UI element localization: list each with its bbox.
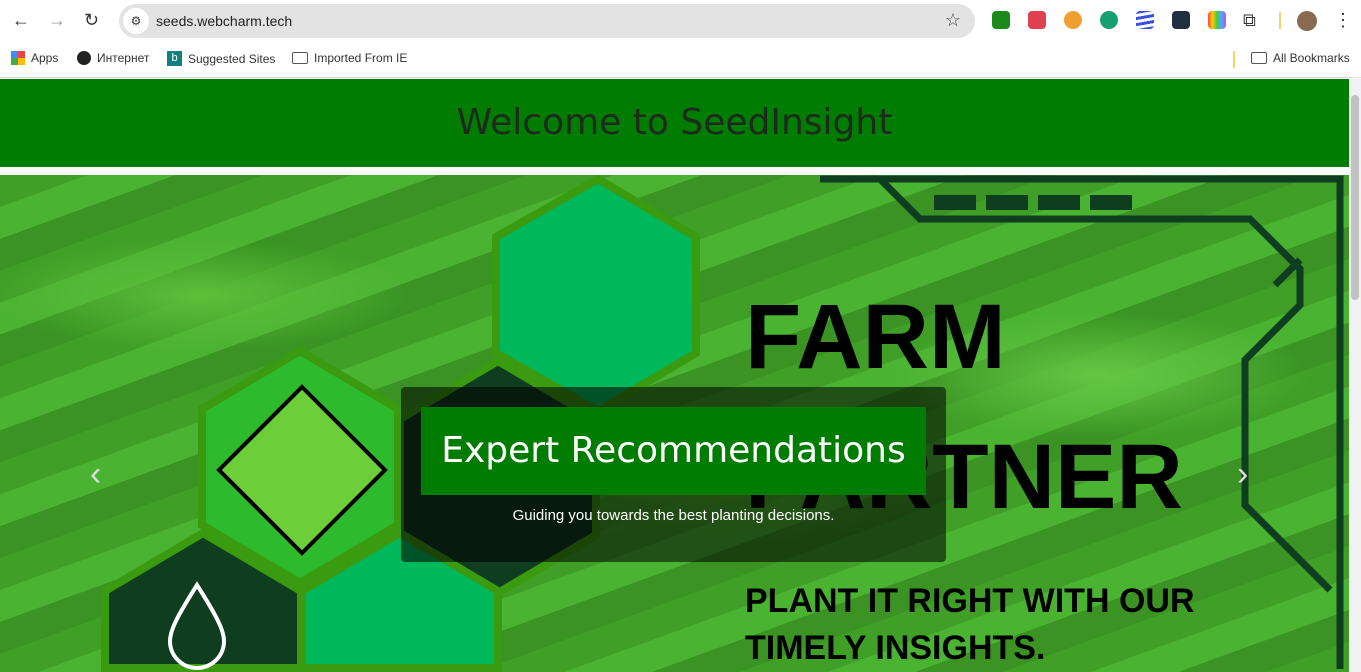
circuit-bars xyxy=(934,195,1132,210)
download-arrow-icon[interactable] xyxy=(992,11,1010,29)
page-title: Welcome to SeedInsight xyxy=(456,102,893,143)
bookmark-label: Apps xyxy=(31,51,59,65)
reload-icon[interactable]: ↻ xyxy=(84,10,99,30)
scrollbar[interactable] xyxy=(1349,79,1361,672)
url-text[interactable]: seeds.webcharm.tech xyxy=(156,13,292,29)
bing-icon: b xyxy=(167,51,182,66)
hero-farm-text: FARM xyxy=(745,286,1006,388)
all-bookmarks[interactable]: All Bookmarks xyxy=(1251,51,1350,65)
carousel-next-icon[interactable]: › xyxy=(1237,454,1248,494)
folder-icon xyxy=(1251,52,1267,64)
browser-toolbar: ← → ↻ ⚙ seeds.webcharm.tech ☆ ⧉ ⋮ xyxy=(0,0,1361,42)
back-icon[interactable]: ← xyxy=(12,10,30,30)
compass-icon[interactable] xyxy=(1172,11,1190,29)
bookmark-label: Suggested Sites xyxy=(188,51,276,66)
scrollbar-thumb[interactable] xyxy=(1351,95,1359,300)
forward-icon[interactable]: → xyxy=(48,10,66,30)
bookmark-suggested-sites[interactable]: b Suggested Sites xyxy=(167,51,275,66)
hero-tagline-1: PLANT IT RIGHT WITH OUR xyxy=(745,582,1195,620)
bookmark-imported-from-ie[interactable]: Imported From IE xyxy=(292,51,407,65)
medal-icon[interactable] xyxy=(1064,11,1082,29)
pocket-icon[interactable] xyxy=(1028,11,1046,29)
divider xyxy=(1233,51,1235,68)
bookmark-star-icon[interactable]: ☆ xyxy=(945,10,961,31)
globe-icon xyxy=(77,51,91,65)
hero-tagline-2: TIMELY INSIGHTS. xyxy=(745,629,1046,667)
apps-grid-icon xyxy=(11,51,25,65)
palette-icon[interactable] xyxy=(1208,11,1226,29)
bookmark-label: All Bookmarks xyxy=(1273,51,1350,65)
divider xyxy=(1279,12,1281,29)
bookmark-internet[interactable]: Интернет xyxy=(77,51,149,65)
site-settings-icon[interactable]: ⚙ xyxy=(123,8,149,34)
bookmark-label: Imported From IE xyxy=(314,51,408,65)
address-bar[interactable]: ⚙ seeds.webcharm.tech ☆ xyxy=(119,4,975,38)
extensions-puzzle-icon[interactable]: ⧉ xyxy=(1243,10,1256,30)
page-content: Welcome to SeedInsight FARM PARTNER PLAN… xyxy=(0,79,1349,672)
stripes-icon[interactable] xyxy=(1136,11,1154,29)
folder-icon xyxy=(292,52,308,64)
grammarly-icon[interactable] xyxy=(1100,11,1118,29)
avatar[interactable] xyxy=(1297,11,1317,31)
bookmark-label: Интернет xyxy=(97,51,150,65)
site-header: Welcome to SeedInsight xyxy=(0,79,1349,167)
bookmark-apps[interactable]: Apps xyxy=(11,51,58,65)
carousel-prev-icon[interactable]: ‹ xyxy=(90,454,101,494)
caption-title: Expert Recommendations xyxy=(421,407,926,495)
bookmarks-bar: Apps Интернет b Suggested Sites Imported … xyxy=(0,42,1361,78)
caption-text: Guiding you towards the best planting de… xyxy=(512,507,835,524)
menu-kebab-icon[interactable]: ⋮ xyxy=(1334,10,1352,30)
